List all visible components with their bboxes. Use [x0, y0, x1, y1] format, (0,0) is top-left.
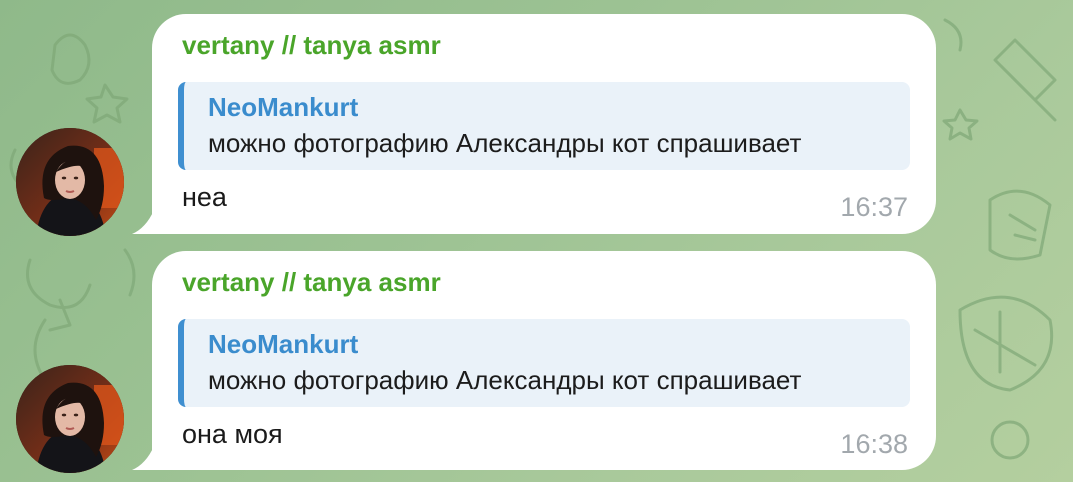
avatar-photo: [16, 365, 124, 473]
message-time: 16:38: [840, 429, 908, 459]
sender-avatar[interactable]: [16, 128, 124, 236]
message-time: 16:37: [840, 192, 908, 222]
reply-text: можно фотографию Александры кот спрашива…: [208, 128, 802, 158]
message-bubble[interactable]: vertany // tanya asmr NeoMankurt можно ф…: [132, 251, 936, 470]
bubble-tail: [132, 446, 154, 470]
sender-name[interactable]: vertany // tanya asmr: [182, 267, 441, 298]
reply-author: NeoMankurt: [208, 329, 359, 359]
reply-quote[interactable]: NeoMankurt можно фотографию Александры к…: [178, 319, 910, 407]
message-bubble[interactable]: vertany // tanya asmr NeoMankurt можно ф…: [132, 14, 936, 234]
message-text: она моя: [182, 419, 283, 449]
sender-avatar[interactable]: [16, 365, 124, 473]
bubble-tail: [132, 210, 154, 234]
sender-name[interactable]: vertany // tanya asmr: [182, 30, 441, 61]
message-text: неа: [182, 182, 227, 212]
avatar-photo: [16, 128, 124, 236]
reply-author: NeoMankurt: [208, 92, 359, 122]
reply-quote[interactable]: NeoMankurt можно фотографию Александры к…: [178, 82, 910, 170]
reply-text: можно фотографию Александры кот спрашива…: [208, 365, 802, 395]
